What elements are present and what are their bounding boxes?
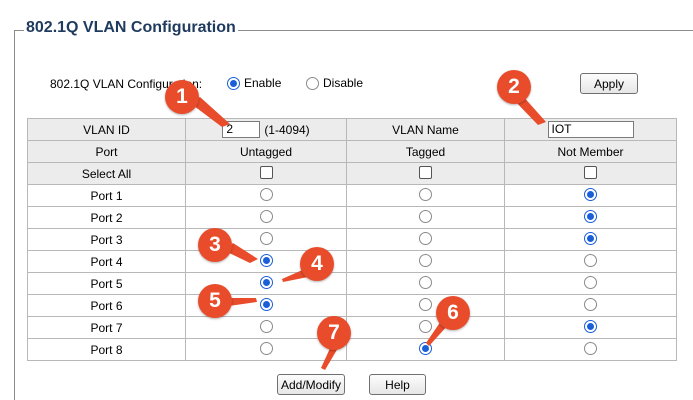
port-7-untagged-radio[interactable] xyxy=(259,319,273,333)
select-all-tagged-checkbox[interactable] xyxy=(419,165,432,179)
annotation-badge-2: 2 xyxy=(497,70,531,104)
port-6-not-member-radio[interactable] xyxy=(584,297,597,311)
column-header-tagged: Tagged xyxy=(346,140,505,163)
vlan-id-input[interactable]: 2 xyxy=(222,121,261,138)
column-header-port: Port xyxy=(27,140,186,163)
port-5-tagged-radio[interactable] xyxy=(419,275,432,289)
port-name: Port 8 xyxy=(27,338,186,361)
port-3-untagged-radio[interactable] xyxy=(259,231,273,245)
port-name: Port 1 xyxy=(27,184,186,207)
table-row: Port 5 xyxy=(27,272,677,295)
column-header-not-member: Not Member xyxy=(504,140,677,163)
port-5-not-member-radio[interactable] xyxy=(584,275,597,289)
port-name: Port 4 xyxy=(27,250,186,273)
vlan-name-input[interactable]: IOT xyxy=(547,121,634,138)
port-name: Port 6 xyxy=(27,294,186,317)
port-3-tagged-radio[interactable] xyxy=(419,231,432,245)
port-name: Port 3 xyxy=(27,228,186,251)
port-8-untagged-radio[interactable] xyxy=(259,341,273,355)
fieldset-border-top xyxy=(238,30,693,31)
select-all-not-member-checkbox[interactable] xyxy=(584,165,597,179)
port-1-not-member-radio[interactable] xyxy=(584,187,597,201)
fieldset-border-top xyxy=(14,30,24,31)
apply-button[interactable]: Apply xyxy=(580,73,638,94)
port-3-not-member-radio[interactable] xyxy=(584,231,597,245)
port-6-untagged-radio[interactable] xyxy=(259,297,273,311)
enable-option[interactable]: Enable xyxy=(227,76,281,90)
annotation-badge-4: 4 xyxy=(300,247,334,281)
column-header-row: Port Untagged Tagged Not Member xyxy=(27,140,677,163)
fieldset-border-left xyxy=(14,30,15,400)
vlan-name-label: VLAN Name xyxy=(346,118,505,141)
vlan-id-row: VLAN ID 2 (1-4094) VLAN Name IOT xyxy=(27,118,677,141)
select-all-row: Select All xyxy=(27,162,677,185)
table-row: Port 7 xyxy=(27,316,677,339)
port-7-tagged-radio[interactable] xyxy=(419,319,432,333)
section-title: 802.1Q VLAN Configuration xyxy=(26,19,236,36)
help-button[interactable]: Help xyxy=(369,374,426,395)
annotation-badge-1: 1 xyxy=(165,80,199,114)
port-2-not-member-radio[interactable] xyxy=(584,209,597,223)
enable-radio[interactable] xyxy=(227,76,240,90)
port-name: Port 2 xyxy=(27,206,186,229)
port-name: Port 7 xyxy=(27,316,186,339)
port-8-not-member-radio[interactable] xyxy=(584,341,597,355)
port-4-not-member-radio[interactable] xyxy=(584,253,597,267)
table-row: Port 4 xyxy=(27,250,677,273)
port-name: Port 5 xyxy=(27,272,186,295)
annotation-badge-6: 6 xyxy=(436,296,470,330)
port-6-tagged-radio[interactable] xyxy=(419,297,432,311)
select-all-untagged-checkbox[interactable] xyxy=(259,165,273,179)
table-row: Port 8 xyxy=(27,338,677,361)
port-8-tagged-radio[interactable] xyxy=(419,341,432,355)
vlan-id-range: (1-4094) xyxy=(264,122,310,137)
table-row: Port 3 xyxy=(27,228,677,251)
port-7-not-member-radio[interactable] xyxy=(584,319,597,333)
port-4-untagged-radio[interactable] xyxy=(259,253,273,267)
table-row: Port 2 xyxy=(27,206,677,229)
select-all-label: Select All xyxy=(27,162,186,185)
vlan-port-table: VLAN ID 2 (1-4094) VLAN Name IOT Port Un… xyxy=(27,118,677,361)
port-4-tagged-radio[interactable] xyxy=(419,253,432,267)
vlan-id-label: VLAN ID xyxy=(27,118,186,141)
port-2-untagged-radio[interactable] xyxy=(259,209,273,223)
port-2-tagged-radio[interactable] xyxy=(419,209,432,223)
annotation-badge-7: 7 xyxy=(317,316,351,350)
port-5-untagged-radio[interactable] xyxy=(259,275,273,289)
table-row: Port 1 xyxy=(27,184,677,207)
add-modify-button[interactable]: Add/Modify xyxy=(277,374,345,395)
table-row: Port 6 xyxy=(27,294,677,317)
annotation-badge-3: 3 xyxy=(198,228,232,262)
disable-option[interactable]: Disable xyxy=(306,76,363,90)
port-1-tagged-radio[interactable] xyxy=(419,187,432,201)
column-header-untagged: Untagged xyxy=(185,140,347,163)
disable-radio[interactable] xyxy=(306,76,319,90)
enable-label: Enable xyxy=(244,76,282,90)
annotation-badge-5: 5 xyxy=(198,284,232,318)
disable-label: Disable xyxy=(323,76,364,90)
port-1-untagged-radio[interactable] xyxy=(259,187,273,201)
